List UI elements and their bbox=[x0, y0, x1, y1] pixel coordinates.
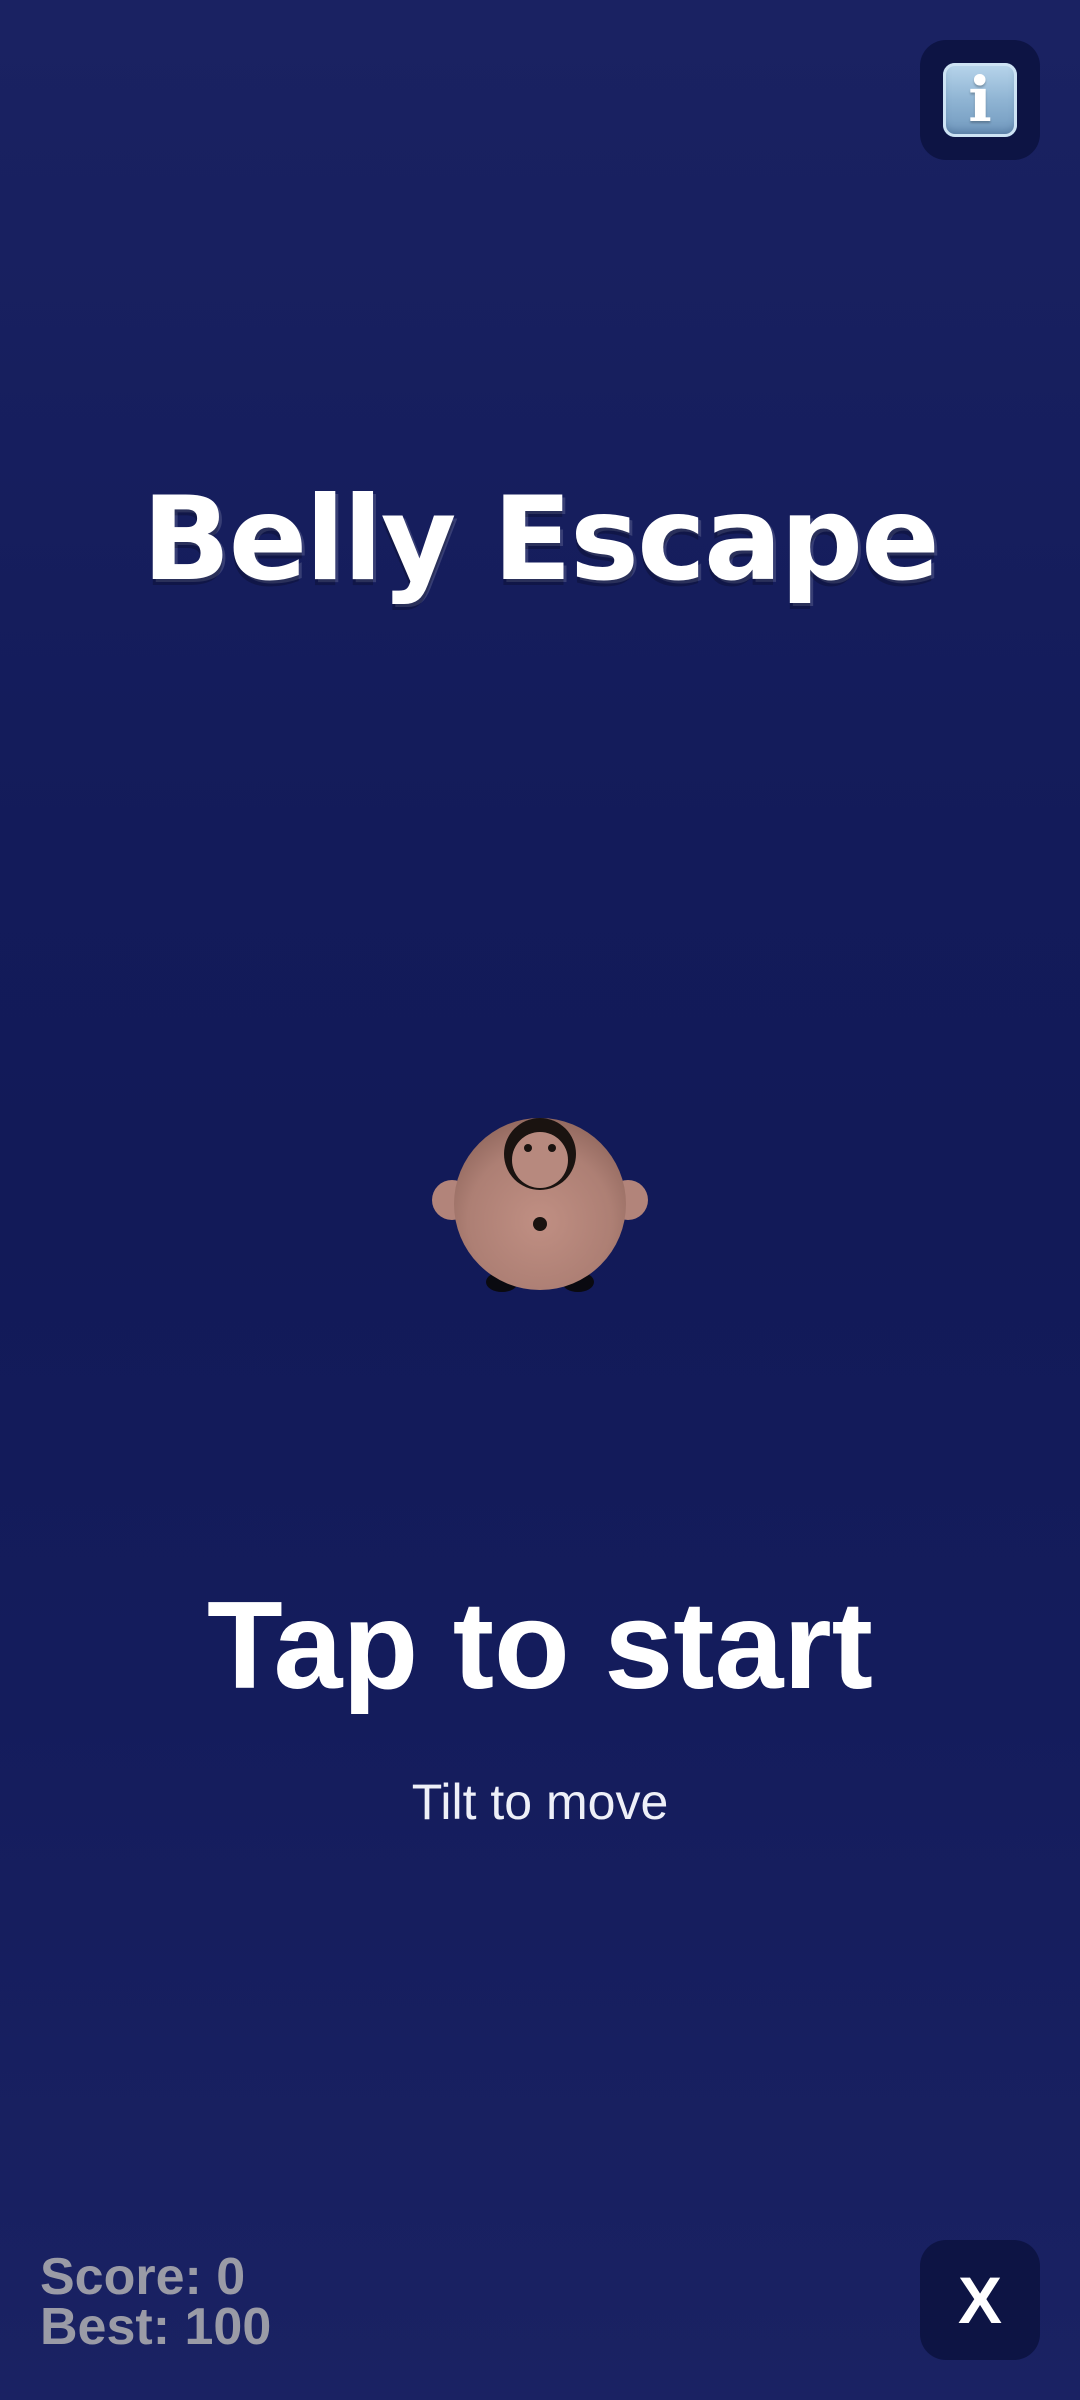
tap-to-start-prompt[interactable]: Tap to start bbox=[0, 1572, 1080, 1721]
character-belly-button bbox=[533, 1217, 547, 1231]
tilt-instruction: Tilt to move bbox=[411, 1774, 669, 1830]
close-button[interactable]: X bbox=[920, 2240, 1040, 2360]
character-face bbox=[512, 1132, 568, 1188]
info-icon-glyph: i bbox=[968, 63, 992, 136]
character-left-eye bbox=[524, 1144, 532, 1152]
best-score-label: Best: 100 bbox=[40, 2298, 272, 2356]
player-character bbox=[432, 1118, 648, 1292]
info-icon: i bbox=[943, 63, 1017, 137]
character-right-eye bbox=[548, 1144, 556, 1152]
score-panel: Score: 0 Best: 100 bbox=[40, 2248, 272, 2356]
info-button[interactable]: i bbox=[920, 40, 1040, 160]
game-title: Belly Escape bbox=[142, 472, 940, 607]
score-label: Score: 0 bbox=[40, 2248, 246, 2306]
